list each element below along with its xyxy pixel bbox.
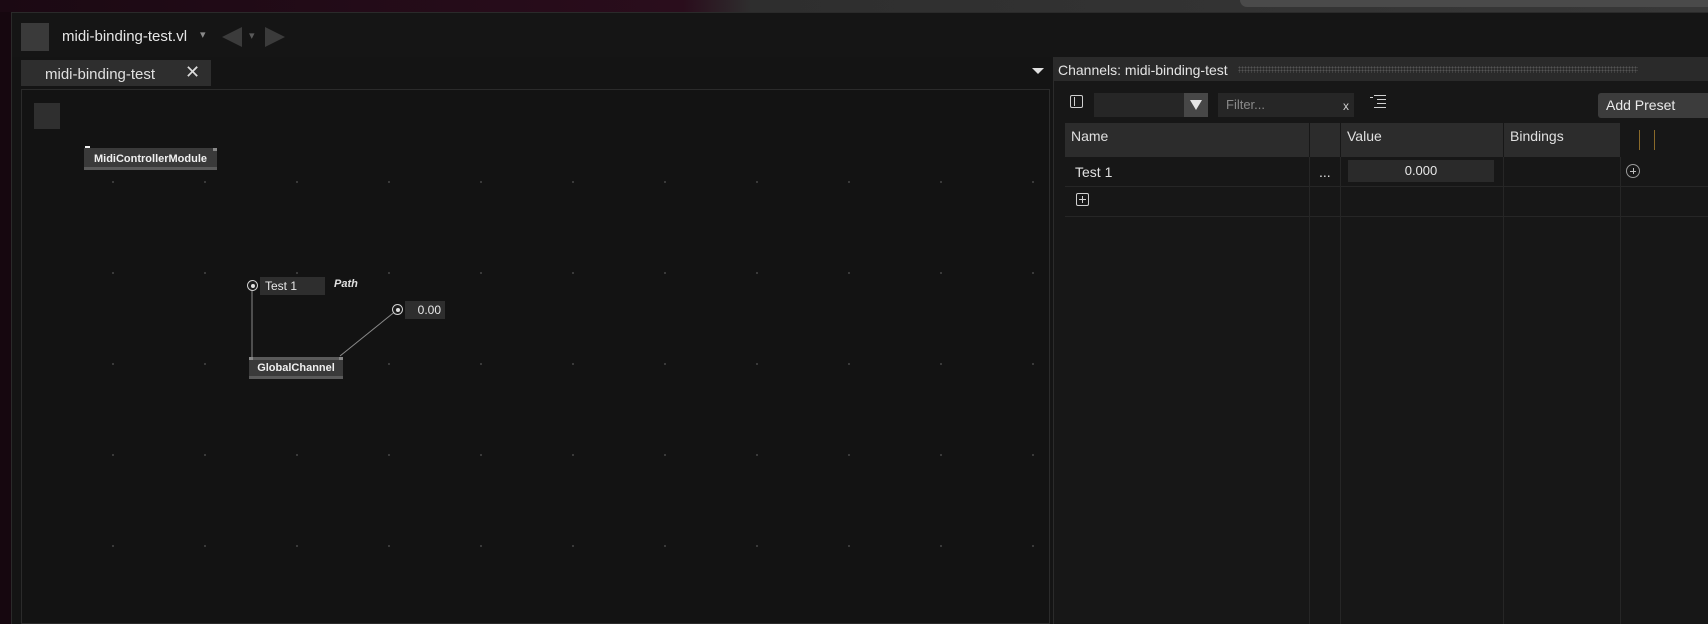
channels-panel: Channels: midi-binding-test Filter... x … <box>1053 57 1708 624</box>
sidebar-icon[interactable] <box>1070 95 1083 108</box>
drag-grip-icon[interactable] <box>1238 66 1638 73</box>
pad-icon[interactable] <box>247 280 258 291</box>
column-marker <box>1639 130 1640 150</box>
title-bar: midi-binding-test.vl ▾ ▾ <box>12 13 1708 57</box>
column-marker <box>1654 130 1655 150</box>
node-label: GlobalChannel <box>257 362 335 374</box>
column-header-value[interactable]: Value <box>1341 123 1503 157</box>
iobox-name-field[interactable]: Test 1 <box>260 277 325 295</box>
plus-circle-icon[interactable] <box>1626 164 1640 178</box>
node-input-pin[interactable] <box>339 357 343 360</box>
add-preset-button[interactable]: Add Preset <box>1598 93 1708 118</box>
node-input-pin[interactable] <box>213 148 217 151</box>
patch-canvas[interactable]: MidiControllerModule Test 1 Path 0.00 Gl… <box>21 89 1050 624</box>
node-input-pin[interactable] <box>249 357 253 360</box>
tab-midi-binding-test[interactable]: midi-binding-test ✕ <box>21 60 211 86</box>
close-icon[interactable]: ✕ <box>185 62 200 83</box>
channel-value-field[interactable]: 0.000 <box>1348 160 1494 182</box>
node-label: MidiControllerModule <box>93 153 208 165</box>
node-outputs-bar <box>84 167 217 170</box>
tab-label: midi-binding-test <box>45 66 156 83</box>
nav-history-dropdown-icon[interactable]: ▾ <box>249 29 255 42</box>
nav-back-icon[interactable] <box>222 27 242 47</box>
column-header-more <box>1310 123 1340 157</box>
nav-forward-icon[interactable] <box>265 27 285 47</box>
node-midi-controller-module[interactable]: MidiControllerModule <box>84 148 217 170</box>
column-header-name[interactable]: Name <box>1065 123 1309 157</box>
path-label: Path <box>334 278 358 290</box>
preset-select[interactable] <box>1094 93 1184 117</box>
filter-clear-button[interactable]: x <box>1338 93 1354 117</box>
desktop-background <box>0 0 1708 12</box>
channel-name-cell[interactable]: Test 1 <box>1075 164 1112 180</box>
panel-title: Channels: midi-binding-test <box>1058 62 1228 78</box>
iobox-value-field[interactable]: 0.00 <box>405 301 445 319</box>
document-title[interactable]: midi-binding-test.vl <box>62 28 187 45</box>
background-window-edge <box>1240 0 1708 7</box>
column-header-bindings[interactable]: Bindings <box>1504 123 1620 157</box>
node-outputs-bar <box>249 376 343 379</box>
pad-icon[interactable] <box>392 304 403 315</box>
app-menu-button[interactable] <box>21 23 49 51</box>
app-window: midi-binding-test.vl ▾ ▾ midi-binding-te… <box>11 12 1708 624</box>
channel-more-button[interactable]: ... <box>1319 164 1331 180</box>
patch-editor: midi-binding-test ✕ MidiControllerModule… <box>21 60 1050 624</box>
node-inputs-bar <box>249 357 343 360</box>
plus-square-icon[interactable] <box>1076 193 1089 206</box>
tab-list-dropdown-icon[interactable] <box>1032 68 1044 74</box>
document-dropdown-icon[interactable]: ▾ <box>200 28 206 41</box>
link-value-to-globalchannel <box>339 309 398 357</box>
filter-input[interactable]: Filter... <box>1218 93 1338 117</box>
triangle-down-icon[interactable] <box>1184 93 1208 117</box>
links-layer <box>251 286 398 358</box>
node-global-channel[interactable]: GlobalChannel <box>249 357 343 379</box>
panel-header[interactable]: Channels: midi-binding-test <box>1054 57 1708 81</box>
list-indent-icon[interactable] <box>1370 94 1386 108</box>
channels-table: Name Value Bindings Test 1 ... 0.000 <box>1065 123 1708 624</box>
